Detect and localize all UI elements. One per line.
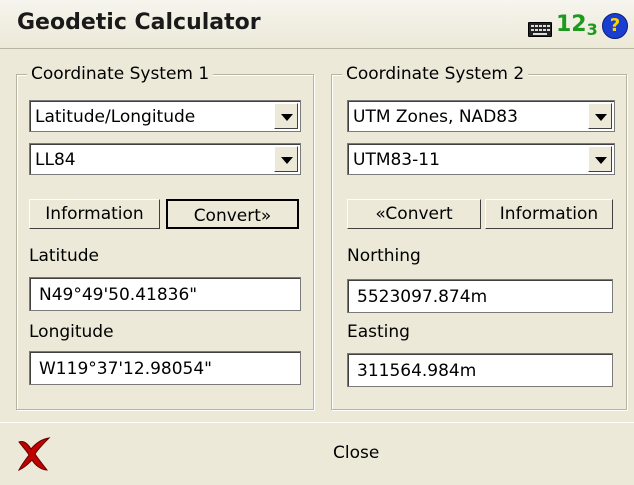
system1-type-select[interactable]: Latitude/Longitude (29, 100, 301, 132)
chevron-down-icon[interactable] (588, 103, 612, 129)
bottom-bar (0, 422, 634, 485)
system2-information-button[interactable]: Information (485, 199, 613, 229)
help-icon[interactable]: ? (602, 13, 628, 39)
chevron-down-icon[interactable] (274, 103, 298, 129)
keyboard-icon[interactable] (528, 22, 552, 37)
close-button[interactable]: Close (333, 443, 379, 463)
system2-code-select[interactable]: UTM83-11 (347, 143, 615, 175)
easting-label: Easting (347, 322, 410, 342)
system1-code-select[interactable]: LL84 (29, 143, 301, 175)
convert-forward-button[interactable]: Convert» (166, 199, 299, 229)
system2-type-select[interactable]: UTM Zones, NAD83 (347, 100, 615, 132)
coordinate-system-1-title: Coordinate System 1 (27, 64, 214, 84)
chevron-down-icon[interactable] (274, 146, 298, 172)
easting-field[interactable]: 311564.984m (347, 353, 613, 387)
northing-label: Northing (347, 246, 421, 266)
latitude-label: Latitude (29, 246, 99, 266)
northing-field[interactable]: 5523097.874m (347, 279, 613, 313)
longitude-field[interactable]: W119°37'12.98054" (29, 351, 301, 385)
latitude-field[interactable]: N49°49'50.41836" (29, 277, 301, 311)
longitude-label: Longitude (29, 322, 114, 342)
close-x-icon[interactable] (16, 436, 52, 472)
chevron-down-icon[interactable] (588, 146, 612, 172)
title-bar: Geodetic Calculator 123 ? (0, 0, 634, 49)
coordinate-system-2-title: Coordinate System 2 (342, 64, 529, 84)
convert-backward-button[interactable]: «Convert (347, 199, 481, 229)
system1-information-button[interactable]: Information (29, 199, 160, 229)
numeric-input-icon[interactable]: 123 (556, 12, 598, 39)
geodetic-calculator-window: Geodetic Calculator 123 ? Coordinate Sys… (0, 0, 634, 485)
window-title: Geodetic Calculator (17, 10, 261, 35)
